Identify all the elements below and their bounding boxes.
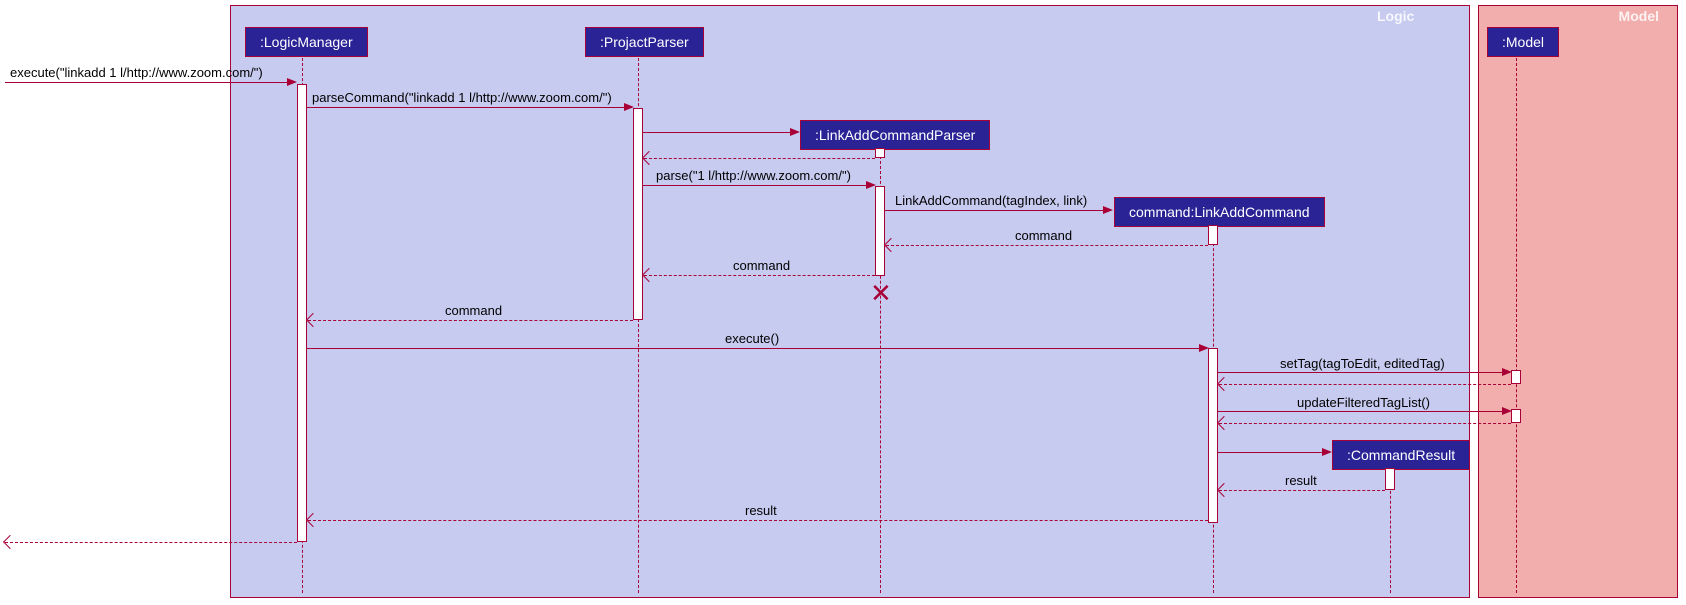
participant-label: command:LinkAddCommand: [1129, 204, 1310, 220]
arrow-update-filtered: [1218, 411, 1510, 412]
participant-link-add-command: command:LinkAddCommand: [1114, 197, 1325, 227]
arrow-parse: [643, 185, 874, 186]
msg-execute-in: execute("linkadd 1 l/http://www.zoom.com…: [10, 65, 263, 80]
participant-link-add-parser: :LinkAddCommandParser: [800, 120, 990, 150]
msg-update-filtered: updateFilteredTagList(): [1297, 395, 1430, 410]
frame-model: Model: [1478, 5, 1678, 598]
activation-model-2: [1511, 409, 1521, 423]
msg-return-command1: command: [1015, 228, 1072, 243]
arrow-return-set-tag: [1219, 384, 1511, 385]
msg-return-command3: command: [445, 303, 502, 318]
activation-link-add-parser-2: [875, 186, 885, 276]
arrow-return-result2: [308, 520, 1208, 521]
participant-label: :LinkAddCommandParser: [815, 127, 975, 143]
arrowhead-execute: [1199, 344, 1209, 352]
msg-return-command2: command: [733, 258, 790, 273]
arrow-return-update-filtered: [1219, 423, 1511, 424]
activation-projact-parser: [633, 108, 643, 320]
arrow-link-add-ctor: [885, 210, 1111, 211]
participant-model: :Model: [1487, 27, 1559, 57]
arrow-parse-command: [307, 107, 632, 108]
activation-logic-manager: [297, 84, 307, 542]
participant-label: :CommandResult: [1347, 447, 1455, 463]
participant-logic-manager: :LogicManager: [245, 27, 368, 57]
activation-link-add-command-1: [1208, 225, 1218, 245]
destroy-x-icon: ✕: [870, 280, 892, 306]
frame-logic-title: Logic: [1369, 6, 1469, 26]
arrowhead-create-parser: [790, 128, 800, 136]
participant-projact-parser: :ProjactParser: [585, 27, 704, 57]
arrow-return-command2: [644, 275, 875, 276]
participant-label: :Model: [1502, 34, 1544, 50]
participant-label: :ProjactParser: [600, 34, 689, 50]
arrow-execute-in: [5, 82, 295, 83]
arrowhead-create-result: [1322, 448, 1332, 456]
msg-return-result1: result: [1285, 473, 1317, 488]
arrow-set-tag: [1218, 372, 1510, 373]
arrow-return-create-parser: [644, 158, 875, 159]
arrow-return-command3: [308, 320, 633, 321]
activation-model-1: [1511, 370, 1521, 384]
arrowhead-update-filtered: [1502, 407, 1512, 415]
participant-label: :LogicManager: [260, 34, 353, 50]
arrow-execute: [307, 348, 1207, 349]
activation-link-add-parser-1: [875, 148, 885, 158]
arrowhead-link-add-ctor: [1103, 206, 1113, 214]
arrowhead-parse: [866, 181, 876, 189]
participant-command-result: :CommandResult: [1332, 440, 1470, 470]
arrow-return-command1: [886, 245, 1208, 246]
msg-link-add-ctor: LinkAddCommand(tagIndex, link): [895, 193, 1087, 208]
arrow-return-result1: [1219, 490, 1385, 491]
arrowhead-set-tag: [1502, 368, 1512, 376]
activation-link-add-command-2: [1208, 348, 1218, 523]
lifeline-model: [1516, 58, 1517, 593]
arrow-final-return: [5, 542, 297, 543]
activation-command-result: [1385, 468, 1395, 490]
arrowhead-parse-command: [624, 103, 634, 111]
msg-set-tag: setTag(tagToEdit, editedTag): [1280, 356, 1445, 371]
arrowhead-execute-in: [287, 78, 297, 86]
arrow-create-result: [1218, 452, 1330, 453]
frame-model-title: Model: [1611, 6, 1677, 26]
arrowhead-final-return: [3, 535, 17, 549]
msg-parse-command: parseCommand("linkadd 1 l/http://www.zoo…: [312, 90, 612, 105]
msg-return-result2: result: [745, 503, 777, 518]
msg-parse: parse("1 l/http://www.zoom.com/"): [656, 168, 851, 183]
msg-execute: execute(): [725, 331, 779, 346]
arrow-create-parser: [643, 132, 798, 133]
